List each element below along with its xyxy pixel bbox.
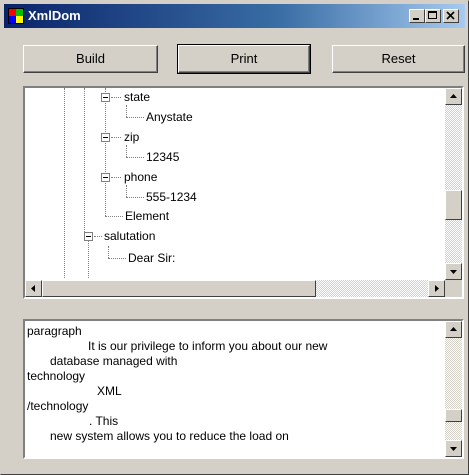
scroll-thumb[interactable]: [445, 190, 462, 220]
arrow-left-icon: [31, 285, 35, 292]
tree-connector: [84, 88, 85, 236]
xml-tree-view[interactable]: state Anystate zip 12345 phone 555-1234 …: [23, 86, 464, 299]
output-line: . This: [89, 414, 119, 428]
tree-node-label[interactable]: zip: [124, 130, 139, 144]
title-bar[interactable]: XmlDom: [4, 4, 465, 28]
tree-node-label[interactable]: salutation: [104, 229, 155, 243]
scroll-down-button[interactable]: [445, 263, 462, 280]
output-line: database managed with: [50, 354, 178, 368]
output-line: /technology: [27, 399, 89, 413]
tree-connector: [126, 157, 144, 158]
tree-node-label[interactable]: 12345: [146, 150, 179, 164]
arrow-right-icon: [435, 285, 439, 292]
tree-connector: [64, 88, 65, 278]
arrow-down-icon: [450, 447, 457, 451]
collapse-toggle[interactable]: [101, 93, 110, 102]
xmldom-app-icon: [8, 8, 24, 24]
tree-node-label[interactable]: Anystate: [146, 110, 193, 124]
scroll-thumb[interactable]: [445, 409, 462, 422]
tree-node-label[interactable]: Dear Sir:: [128, 251, 175, 265]
arrow-down-icon: [450, 270, 457, 274]
tree-connector: [126, 145, 127, 157]
output-line: technology: [27, 369, 86, 383]
tree-connector: [126, 105, 127, 117]
tree-horizontal-scrollbar[interactable]: [25, 280, 445, 297]
scroll-down-button[interactable]: [445, 440, 462, 457]
tree-connector: [126, 197, 144, 198]
reset-button[interactable]: Reset: [332, 45, 465, 73]
tree-connector: [108, 258, 126, 259]
collapse-toggle[interactable]: [84, 232, 93, 241]
tree-node-label[interactable]: Element: [125, 209, 169, 223]
maximize-button[interactable]: [425, 9, 441, 23]
minimize-icon: [413, 18, 419, 20]
maximize-icon: [428, 11, 437, 19]
scrollbar-corner: [445, 280, 462, 297]
print-button[interactable]: Print: [177, 44, 311, 74]
output-line: new system allows you to reduce the load…: [50, 429, 289, 443]
collapse-toggle[interactable]: [101, 173, 110, 182]
close-icon: [446, 11, 455, 20]
scroll-thumb[interactable]: [42, 280, 316, 297]
close-button[interactable]: [443, 9, 459, 23]
window-title: XmlDom: [28, 8, 81, 23]
output-line: paragraph: [27, 324, 82, 338]
tree-vertical-scrollbar[interactable]: [445, 88, 462, 280]
tree-node-label[interactable]: phone: [124, 170, 157, 184]
arrow-up-icon: [450, 94, 457, 98]
tree-connector: [111, 137, 121, 138]
tree-node-label[interactable]: state: [124, 90, 150, 104]
arrow-up-icon: [450, 327, 457, 331]
tree-connector: [94, 236, 102, 237]
tree-connector: [108, 246, 109, 258]
tree-connector: [105, 216, 123, 217]
tree-node-label[interactable]: 555-1234: [146, 190, 197, 204]
tree-connector: [111, 97, 121, 98]
output-line: XML: [97, 384, 122, 398]
scroll-left-button[interactable]: [25, 280, 42, 297]
tree-connector: [126, 117, 144, 118]
tree-connector: [111, 177, 121, 178]
scroll-up-button[interactable]: [445, 321, 462, 338]
output-vertical-scrollbar[interactable]: [445, 321, 462, 457]
tree-connector: [88, 236, 89, 278]
collapse-toggle[interactable]: [101, 133, 110, 142]
build-button[interactable]: Build: [23, 45, 158, 73]
tree-connector: [105, 88, 106, 216]
output-textbox[interactable]: paragraph It is our privilege to inform …: [23, 319, 464, 459]
scroll-up-button[interactable]: [445, 88, 462, 105]
app-window: XmlDom Build Print Reset state Anystate …: [0, 0, 469, 475]
tree-connector: [126, 185, 127, 197]
scroll-right-button[interactable]: [428, 280, 445, 297]
output-line: It is our privilege to inform you about …: [88, 339, 328, 353]
minimize-button[interactable]: [409, 9, 425, 23]
